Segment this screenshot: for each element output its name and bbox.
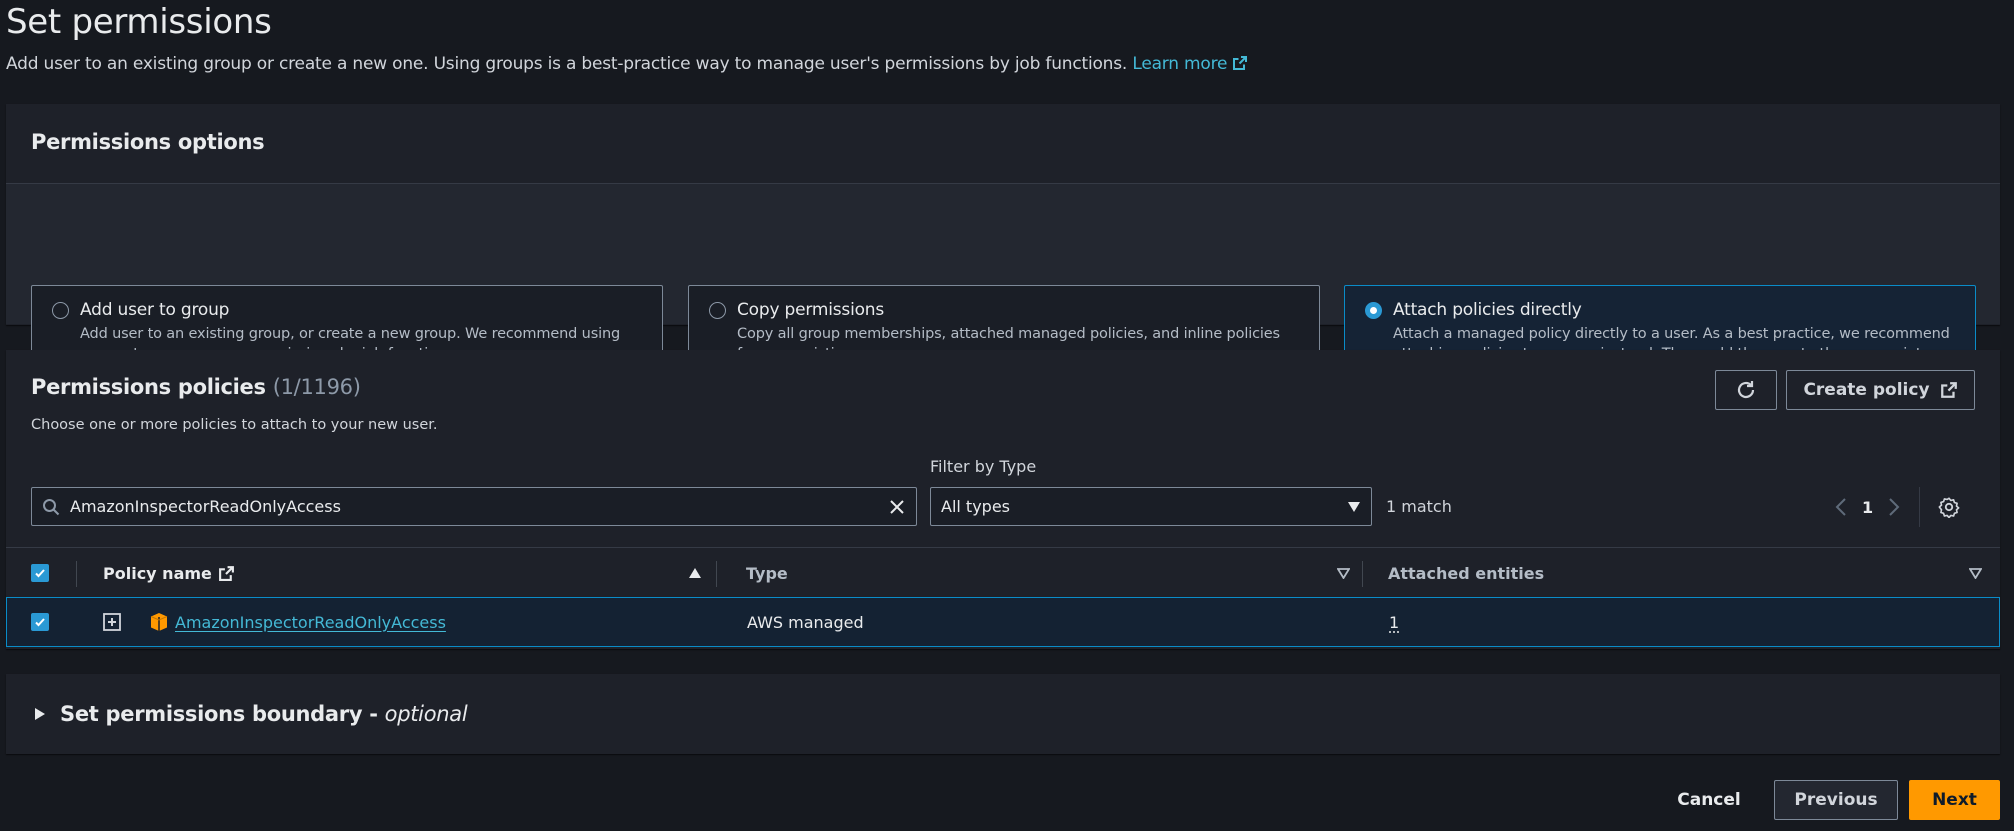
expand-row-button[interactable] bbox=[103, 598, 121, 646]
radio-button[interactable] bbox=[709, 302, 726, 319]
attached-entities-cell: 1 bbox=[1389, 598, 1399, 646]
attached-entities-link[interactable]: 1 bbox=[1389, 613, 1399, 632]
policies-title-text: Permissions policies bbox=[31, 375, 266, 399]
policies-table: Policy name Type Attached entities Amazo… bbox=[6, 547, 2000, 647]
option-label: Add user to group bbox=[80, 300, 230, 320]
create-policy-button[interactable]: Create policy bbox=[1786, 370, 1975, 410]
column-type-label: Type bbox=[746, 563, 788, 583]
pagination: 1 bbox=[1834, 487, 1960, 527]
column-policy-name-label: Policy name bbox=[103, 563, 212, 583]
column-attached-entities[interactable]: Attached entities bbox=[1362, 548, 2000, 598]
filter-type-value: All types bbox=[941, 497, 1010, 516]
clear-icon[interactable] bbox=[888, 498, 906, 516]
permissions-options-container: Permissions options Add user to group Ad… bbox=[6, 104, 2000, 382]
radio-button[interactable] bbox=[52, 302, 69, 319]
row-checkbox[interactable] bbox=[31, 598, 49, 646]
permissions-boundary-title[interactable]: Set permissions boundary - optional bbox=[60, 702, 468, 726]
current-page[interactable]: 1 bbox=[1862, 498, 1873, 517]
select-all-checkbox[interactable] bbox=[31, 548, 49, 598]
column-type[interactable]: Type bbox=[716, 548, 1362, 598]
caret-down-icon bbox=[1348, 501, 1360, 512]
settings-gear-icon[interactable] bbox=[1938, 496, 1960, 518]
policy-name-link[interactable]: AmazonInspectorReadOnlyAccess bbox=[175, 613, 446, 632]
refresh-icon bbox=[1737, 381, 1755, 399]
search-icon bbox=[43, 498, 60, 515]
option-label: Attach policies directly bbox=[1393, 300, 1582, 320]
match-count: 1 match bbox=[1386, 497, 1452, 516]
boundary-optional-label: optional bbox=[384, 702, 468, 726]
sort-icon[interactable] bbox=[1337, 567, 1350, 579]
policies-description: Choose one or more policies to attach to… bbox=[31, 417, 438, 433]
search-value: AmazonInspectorReadOnlyAccess bbox=[70, 497, 341, 516]
policy-search-input[interactable]: AmazonInspectorReadOnlyAccess bbox=[31, 487, 917, 526]
option-label: Copy permissions bbox=[737, 300, 885, 320]
expand-plus-icon bbox=[103, 613, 121, 631]
expand-caret-right-icon[interactable] bbox=[34, 707, 46, 721]
permissions-policies-container: Permissions policies (1/1196) Choose one… bbox=[6, 350, 2000, 649]
learn-more-label: Learn more bbox=[1132, 54, 1228, 74]
policy-name-cell: AmazonInspectorReadOnlyAccess bbox=[149, 598, 446, 646]
refresh-button[interactable] bbox=[1715, 370, 1777, 410]
filter-by-type-label: Filter by Type bbox=[930, 457, 1037, 476]
aws-managed-policy-icon bbox=[150, 613, 168, 631]
next-button[interactable]: Next bbox=[1909, 780, 2000, 820]
boundary-title-text: Set permissions boundary - bbox=[60, 702, 385, 726]
pager-divider bbox=[1919, 487, 1921, 527]
sort-icon[interactable] bbox=[1969, 567, 1982, 579]
page-description: Add user to an existing group or create … bbox=[6, 54, 1248, 74]
learn-more-link[interactable]: Learn more bbox=[1132, 54, 1248, 74]
page-title: Set permissions bbox=[6, 2, 272, 42]
filter-type-select[interactable]: All types bbox=[930, 487, 1372, 526]
previous-button[interactable]: Previous bbox=[1774, 780, 1898, 820]
column-attached-entities-label: Attached entities bbox=[1388, 563, 1545, 583]
checkmark-icon bbox=[35, 618, 45, 627]
type-cell: AWS managed bbox=[747, 612, 864, 632]
permissions-policies-title: Permissions policies (1/1196) bbox=[31, 375, 361, 399]
column-policy-name[interactable]: Policy name bbox=[76, 548, 716, 598]
policies-counter: (1/1196) bbox=[272, 375, 361, 399]
table-row[interactable]: AmazonInspectorReadOnlyAccess AWS manage… bbox=[6, 597, 2000, 647]
external-link-icon bbox=[1233, 56, 1248, 70]
table-header: Policy name Type Attached entities bbox=[6, 547, 2000, 597]
cancel-button[interactable]: Cancel bbox=[1664, 780, 1754, 820]
external-link-icon bbox=[218, 565, 234, 581]
checkmark-icon bbox=[35, 569, 45, 578]
description-text: Add user to an existing group or create … bbox=[6, 54, 1128, 74]
radio-button-selected[interactable] bbox=[1365, 302, 1382, 319]
permissions-boundary-section[interactable]: Set permissions boundary - optional bbox=[6, 674, 2000, 754]
create-policy-label: Create policy bbox=[1803, 380, 1930, 400]
next-page-icon[interactable] bbox=[1887, 497, 1901, 517]
external-link-icon bbox=[1940, 382, 1957, 398]
permissions-options-title: Permissions options bbox=[31, 130, 265, 154]
previous-page-icon[interactable] bbox=[1834, 497, 1848, 517]
sort-ascending-icon[interactable] bbox=[688, 567, 702, 579]
